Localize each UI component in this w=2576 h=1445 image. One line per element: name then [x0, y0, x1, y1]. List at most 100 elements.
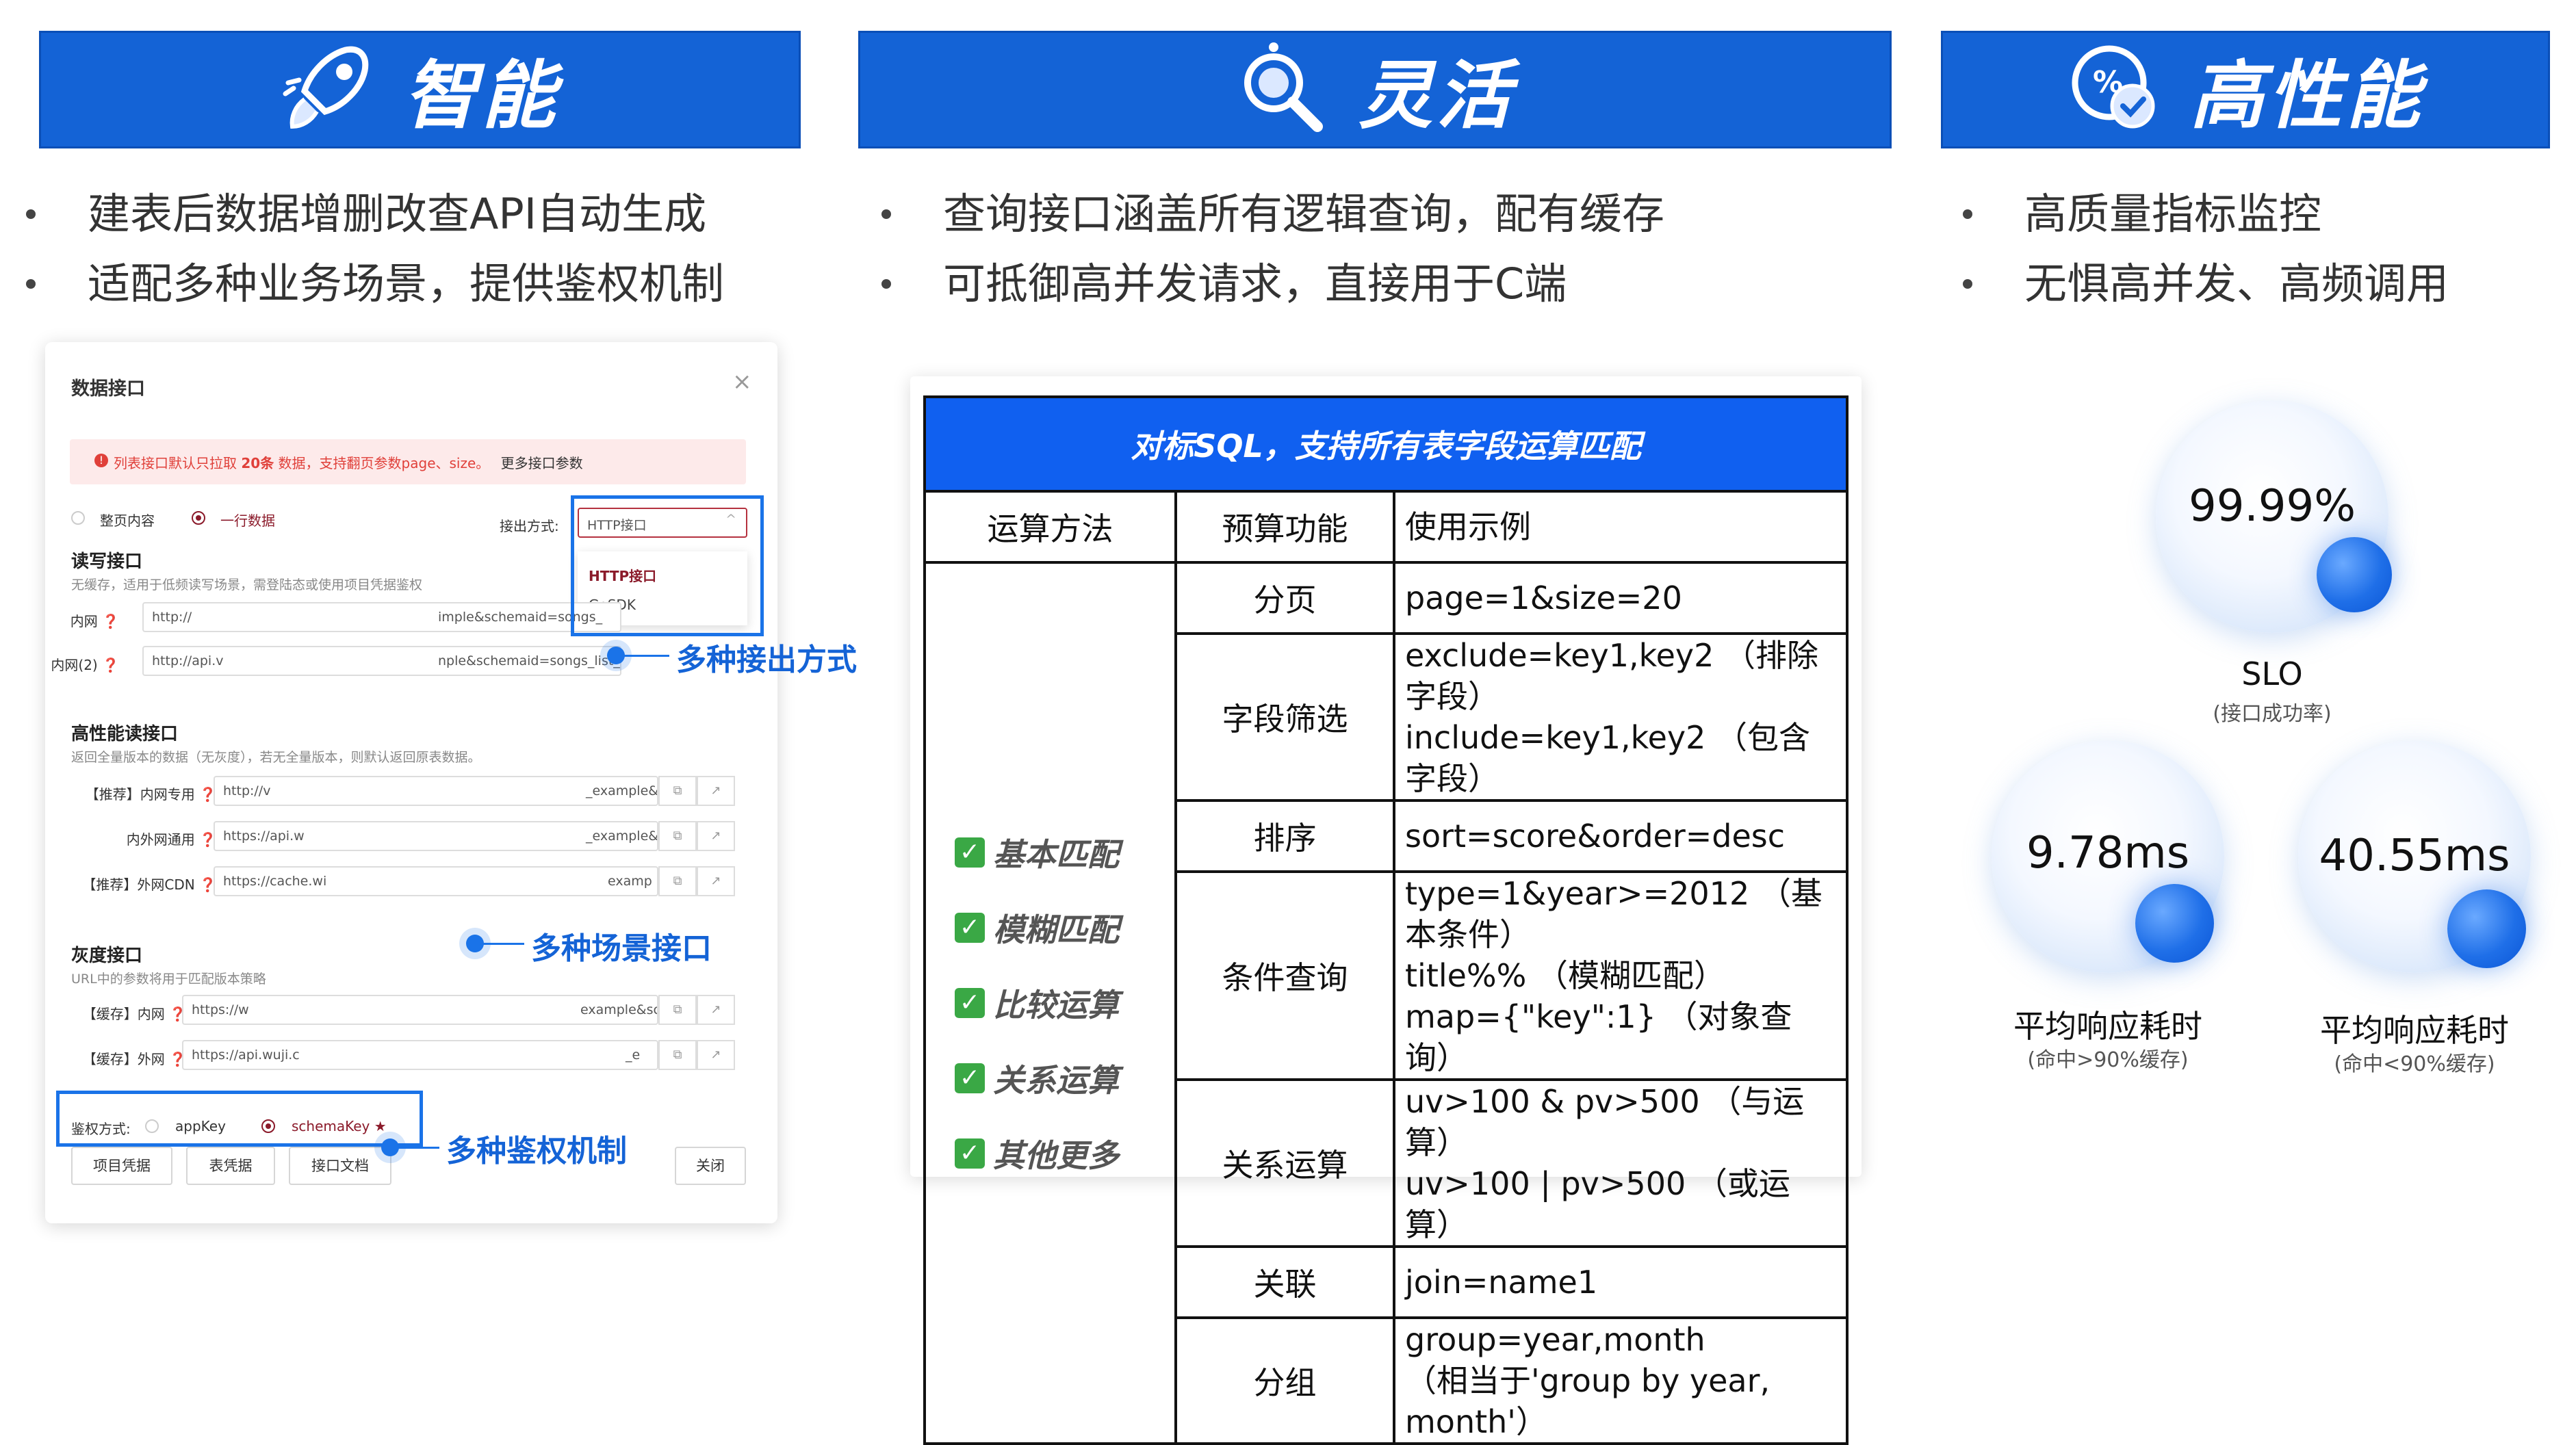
field-value: https://api.w	[223, 829, 305, 844]
example-line: group=year,month	[1405, 1321, 1705, 1358]
alert-text: 列表接口默认只拉取	[114, 455, 242, 471]
feature-item: ✓ 比较运算	[955, 980, 1165, 1026]
callout-line	[398, 1147, 439, 1149]
bullet-dot-icon	[881, 209, 891, 219]
alert-bold: 20条	[241, 455, 274, 471]
metric-sublabel: (命中>90%缓存)	[2027, 1048, 2189, 1072]
metric-label: 平均响应耗时	[2320, 1012, 2509, 1049]
callout-line	[483, 943, 524, 945]
more-params-link[interactable]: 更多接口参数	[501, 455, 583, 471]
example-line: title%% （模糊匹配）	[1405, 957, 1725, 994]
radio-row-data[interactable]	[192, 511, 205, 525]
table-header: 预算功能	[1174, 490, 1395, 564]
gray-section-title: 灰度接口	[71, 946, 143, 966]
open-link-icon[interactable]: ↗	[697, 1040, 735, 1070]
bullets-smart: 建表后数据增删改查API自动生成 适配多种业务场景，提供鉴权机制	[26, 179, 724, 319]
close-icon[interactable]: ×	[732, 368, 752, 395]
func-cell: 分组	[1174, 1316, 1395, 1445]
check-icon: ✓	[955, 988, 985, 1018]
field-value: http://api.v	[152, 653, 224, 668]
callout-output-methods: 多种接出方式	[676, 642, 857, 677]
example-line: join=name1	[1405, 1264, 1598, 1301]
open-link-icon[interactable]: ↗	[697, 866, 735, 896]
example-cell: join=name1	[1393, 1245, 1849, 1319]
metric-orb	[2317, 537, 2392, 612]
metric-bubble-latency-low-cache: 40.55ms	[2298, 740, 2531, 973]
feature-item: ✓ 其他更多	[955, 1131, 1165, 1176]
bullet-item: 高质量指标监控	[1963, 179, 2449, 249]
project-credentials-button[interactable]: 项目凭据	[71, 1147, 172, 1185]
dialog-title: 数据接口	[71, 378, 145, 400]
bullet-text: 建表后数据增删改查API自动生成	[88, 189, 707, 239]
radio-page-content[interactable]	[71, 511, 85, 525]
feature-text: 比较运算	[993, 987, 1119, 1024]
field-value: http://v	[223, 783, 271, 798]
func-cell: 关系运算	[1174, 1078, 1395, 1248]
example-cell: sort=score&order=desc	[1393, 799, 1849, 873]
api-docs-button[interactable]: 接口文档	[289, 1147, 391, 1185]
gray-url-field[interactable]: https://w example&sc	[182, 995, 658, 1025]
bullet-dot-icon	[26, 279, 36, 289]
func-cell: 关联	[1174, 1245, 1395, 1319]
example-cell: exclude=key1,key2 （排除字段） include=key1,key…	[1393, 632, 1849, 802]
header-bar-performance: % 高性能	[1941, 31, 2550, 148]
callout-line	[624, 655, 669, 657]
auth-method-highlight	[56, 1091, 423, 1147]
copy-icon[interactable]: ⧉	[658, 821, 697, 851]
field-value: http://	[152, 610, 192, 625]
output-method-label: 接出方式:	[500, 518, 559, 534]
rocket-icon	[280, 40, 376, 139]
column-title: 高性能	[2189, 53, 2424, 139]
metric-orb	[2135, 884, 2214, 963]
open-link-icon[interactable]: ↗	[697, 821, 735, 851]
rw-url-field[interactable]: http://api.v nple&schemaid=songs_list_ver…	[142, 646, 621, 676]
feature-item: ✓ 基本匹配	[955, 830, 1165, 875]
rw-section-title: 读写接口	[71, 551, 143, 572]
copy-icon[interactable]: ⧉	[658, 1040, 697, 1070]
example-line: page=1&size=20	[1405, 580, 1682, 616]
bullet-text: 查询接口涵盖所有逻辑查询，配有缓存	[943, 189, 1665, 239]
feature-text: 其他更多	[993, 1137, 1119, 1174]
bullet-text: 高质量指标监控	[2024, 189, 2322, 239]
field-tail: _example&s	[586, 783, 658, 798]
table-row: ✓ 基本匹配 ✓ 模糊匹配 ✓ 比较运算 ✓ 关系运算 ✓ 其他更多 分页 page=1&…	[923, 561, 1849, 1445]
close-dialog-button[interactable]: 关闭	[675, 1147, 746, 1185]
open-link-icon[interactable]: ↗	[697, 776, 735, 806]
metric-label: SLO	[2241, 655, 2303, 692]
rw-url-field[interactable]: http://imple&schemaid=songs_	[142, 602, 621, 632]
bullet-dot-icon	[1963, 279, 1972, 289]
hp-url-field[interactable]: https://api.w _example&s	[214, 821, 658, 851]
hp-row-label: 【推荐】外网CDN ❓	[82, 876, 216, 893]
check-icon: ✓	[955, 1063, 985, 1093]
hp-url-field[interactable]: https://cache.wi examp	[214, 866, 658, 896]
field-value: https://cache.wi	[223, 874, 327, 889]
table-title: 对标SQL，支持所有表字段运算匹配	[923, 395, 1849, 493]
feature-item: ✓ 模糊匹配	[955, 905, 1165, 950]
metric-bubble-latency-high-cache: 9.78ms	[1992, 740, 2224, 973]
feature-text: 关系运算	[993, 1062, 1119, 1099]
magnifier-icon	[1235, 40, 1331, 139]
example-line: exclude=key1,key2 （排除字段）	[1405, 637, 1818, 715]
example-line: uv>100 | pv>500 （或运算）	[1405, 1165, 1790, 1243]
bullets-flexible: 查询接口涵盖所有逻辑查询，配有缓存 可抵御高并发请求，直接用于C端	[881, 179, 1664, 319]
alert-text-tail: 数据，支持翻页参数page、size。	[274, 455, 490, 471]
metric-value: 99.99%	[2188, 481, 2356, 532]
copy-icon[interactable]: ⧉	[658, 995, 697, 1025]
field-tail: example&sc	[580, 1002, 658, 1017]
feature-text: 基本匹配	[993, 836, 1119, 873]
radio-page-label: 整页内容	[100, 512, 155, 529]
hp-url-field[interactable]: http://v _example&s	[214, 776, 658, 806]
example-cell: type=1&year>=2012 （基本条件） title%% （模糊匹配） ma…	[1393, 870, 1849, 1081]
callout-dot	[607, 647, 625, 664]
gray-row-label: 【缓存】内网 ❓	[82, 1006, 186, 1022]
copy-icon[interactable]: ⧉	[658, 866, 697, 896]
open-link-icon[interactable]: ↗	[697, 995, 735, 1025]
check-icon: ✓	[955, 1138, 985, 1169]
copy-icon[interactable]: ⧉	[658, 776, 697, 806]
gray-section-hint: URL中的参数将用于匹配版本策略	[71, 972, 266, 987]
gray-url-field[interactable]: https://api.wuji.c _e	[182, 1040, 658, 1070]
table-credentials-button[interactable]: 表凭据	[186, 1147, 275, 1185]
bullet-dot-icon	[26, 209, 36, 219]
header-bar-smart: 智能	[39, 31, 801, 148]
feature-text: 模糊匹配	[993, 911, 1119, 948]
